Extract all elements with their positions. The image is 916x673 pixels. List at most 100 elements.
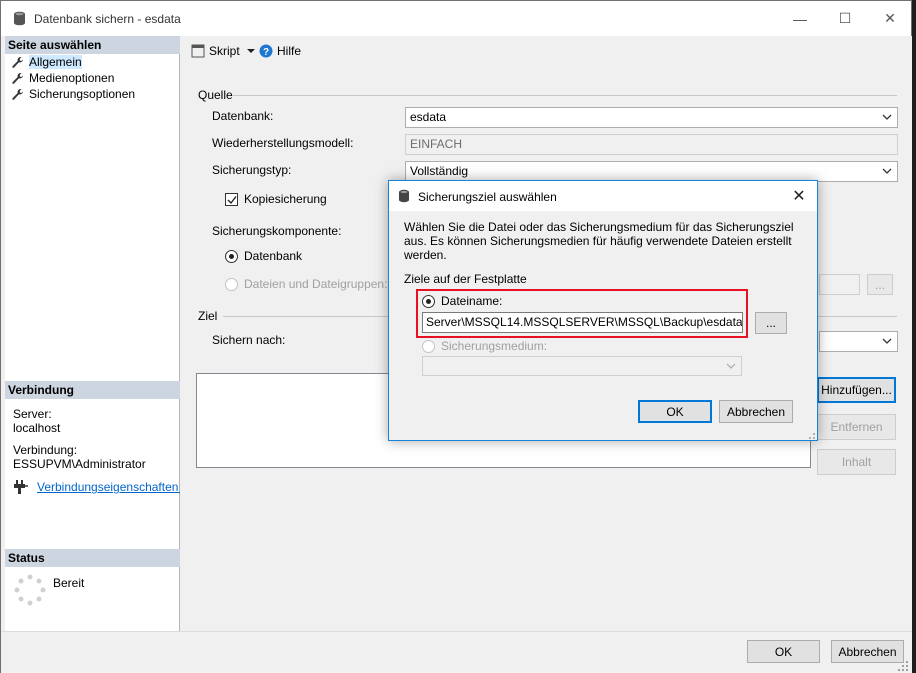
dialog-close-button[interactable]: ✕ xyxy=(789,186,809,206)
backup-device-label: Sicherungsmedium: xyxy=(441,339,548,353)
database-value: esdata xyxy=(410,110,447,124)
cancel-button[interactable]: Abbrechen xyxy=(831,640,904,663)
add-destination-button[interactable]: Hinzufügen... xyxy=(817,377,896,403)
backup-type-value: Vollständig xyxy=(410,164,469,178)
ok-button[interactable]: OK xyxy=(747,640,820,663)
dialog-title: Sicherungsziel auswählen xyxy=(418,190,557,204)
recovery-model-label: Wiederherstellungsmodell: xyxy=(212,136,354,150)
view-connection-properties-link[interactable]: Verbindungseigenschaften anzeigen xyxy=(37,480,180,494)
script-label: Skript xyxy=(209,44,240,58)
nav-item-general[interactable]: Allgemein xyxy=(11,54,82,70)
copy-only-checkbox[interactable]: Kopiesicherung xyxy=(225,192,327,206)
dropdown-arrow-icon xyxy=(246,49,255,53)
radio-indicator xyxy=(225,277,238,291)
help-icon: ? xyxy=(259,44,273,58)
database-combo[interactable]: esdata xyxy=(405,107,898,128)
connection-link-text: Verbindungseigenschaften anzeigen xyxy=(37,480,180,494)
filename-input[interactable]: Server\MSSQL14.MSSQLSERVER\MSSQL\Backup\… xyxy=(422,312,743,333)
script-icon xyxy=(191,44,205,58)
progress-spinner-icon xyxy=(14,574,46,606)
radio-indicator xyxy=(422,294,435,308)
database-icon xyxy=(399,189,409,203)
window-title: Datenbank sichern - esdata xyxy=(34,12,181,26)
title-bar: Datenbank sichern - esdata — ☐ ✕ xyxy=(1,1,911,36)
cancel-label: Abbrechen xyxy=(838,644,897,659)
wrench-icon xyxy=(12,72,23,84)
backup-device-radio[interactable]: Sicherungsmedium: xyxy=(422,339,547,353)
toolbar: Skript ? Hilfe xyxy=(181,36,912,66)
server-value: localhost xyxy=(13,421,61,435)
resize-grip-icon[interactable] xyxy=(805,429,815,439)
database-label: Datenbank: xyxy=(212,109,274,123)
contents-button[interactable]: Inhalt xyxy=(817,449,896,475)
browse-label: ... xyxy=(874,277,885,292)
resize-grip-icon[interactable] xyxy=(897,660,909,672)
nav-item-label: Allgemein xyxy=(29,55,82,69)
chevron-down-icon xyxy=(882,338,892,344)
destination-group-label: Ziel xyxy=(198,309,218,323)
checkbox-box xyxy=(225,192,238,206)
add-label: Hinzufügen... xyxy=(821,383,892,397)
disk-targets-label: Ziele auf der Festplatte xyxy=(404,272,527,286)
backup-type-combo[interactable]: Vollständig xyxy=(405,161,898,182)
nav-item-backup-options[interactable]: Sicherungsoptionen xyxy=(11,86,135,102)
contents-label: Inhalt xyxy=(841,455,872,469)
backup-to-combo[interactable] xyxy=(819,331,898,352)
ok-label: OK xyxy=(774,644,793,659)
nav-item-label: Sicherungsoptionen xyxy=(29,87,136,101)
wrench-icon xyxy=(12,88,23,100)
plug-icon xyxy=(14,480,28,494)
files-browse-button[interactable]: ... xyxy=(867,274,893,295)
copy-only-label: Kopiesicherung xyxy=(244,192,327,206)
radio-indicator xyxy=(225,249,238,263)
radio-indicator xyxy=(422,339,435,353)
filename-radio[interactable]: Dateiname: xyxy=(422,294,502,308)
dialog-cancel-label: Abbrechen xyxy=(726,404,786,419)
backup-to-label: Sichern nach: xyxy=(212,333,286,347)
wrench-icon xyxy=(12,56,23,68)
browse-label: ... xyxy=(765,316,776,330)
footer-bar: OK Abbrechen xyxy=(1,631,912,673)
connection-header: Verbindung xyxy=(5,381,180,399)
remove-destination-button[interactable]: Entfernen xyxy=(817,414,896,440)
help-label: Hilfe xyxy=(277,44,302,58)
close-button[interactable]: ✕ xyxy=(867,1,913,36)
connection-label: Verbindung: xyxy=(13,443,78,457)
maximize-icon: ☐ xyxy=(838,10,852,26)
select-backup-destination-dialog: Sicherungsziel auswählen ✕ Wählen Sie di… xyxy=(388,180,818,441)
chevron-down-icon xyxy=(882,168,892,174)
component-files-label: Dateien und Dateigruppen: xyxy=(244,277,388,291)
nav-item-label: Medienoptionen xyxy=(29,71,115,85)
filename-browse-button[interactable]: ... xyxy=(755,312,787,334)
checkmark-icon xyxy=(227,195,237,204)
remove-label: Entfernen xyxy=(830,420,883,434)
svg-text:?: ? xyxy=(263,47,269,58)
dialog-cancel-button[interactable]: Abbrechen xyxy=(719,400,793,423)
source-group-label: Quelle xyxy=(198,88,233,102)
left-pane: Seite auswählen Allgemein Medienoptionen… xyxy=(5,36,180,631)
close-icon: ✕ xyxy=(884,10,896,26)
select-page-header: Seite auswählen xyxy=(5,36,180,54)
dialog-description: Wählen Sie die Datei oder das Sicherungs… xyxy=(404,220,794,262)
component-database-label: Datenbank xyxy=(244,249,303,263)
chevron-down-icon xyxy=(726,363,736,369)
maximize-button[interactable]: ☐ xyxy=(822,1,868,36)
minimize-button[interactable]: — xyxy=(777,1,823,36)
server-label: Server: xyxy=(13,407,52,421)
help-button[interactable]: ? Hilfe xyxy=(259,44,301,58)
recovery-model-field: EINFACH xyxy=(405,134,898,155)
nav-item-media-options[interactable]: Medienoptionen xyxy=(11,70,114,86)
component-database-radio[interactable]: Datenbank xyxy=(225,249,302,263)
component-files-radio[interactable]: Dateien und Dateigruppen: xyxy=(225,277,387,291)
chevron-down-icon xyxy=(882,114,892,120)
close-icon: ✕ xyxy=(792,188,806,205)
filename-label: Dateiname: xyxy=(441,294,503,308)
dialog-ok-button[interactable]: OK xyxy=(638,400,712,423)
files-groups-field xyxy=(819,274,860,295)
recovery-model-value: EINFACH xyxy=(410,137,463,151)
backup-device-combo[interactable] xyxy=(422,356,742,376)
database-icon xyxy=(14,11,25,26)
minimize-icon: — xyxy=(793,10,807,27)
dialog-ok-label: OK xyxy=(666,404,684,419)
script-button[interactable]: Skript xyxy=(191,44,258,58)
